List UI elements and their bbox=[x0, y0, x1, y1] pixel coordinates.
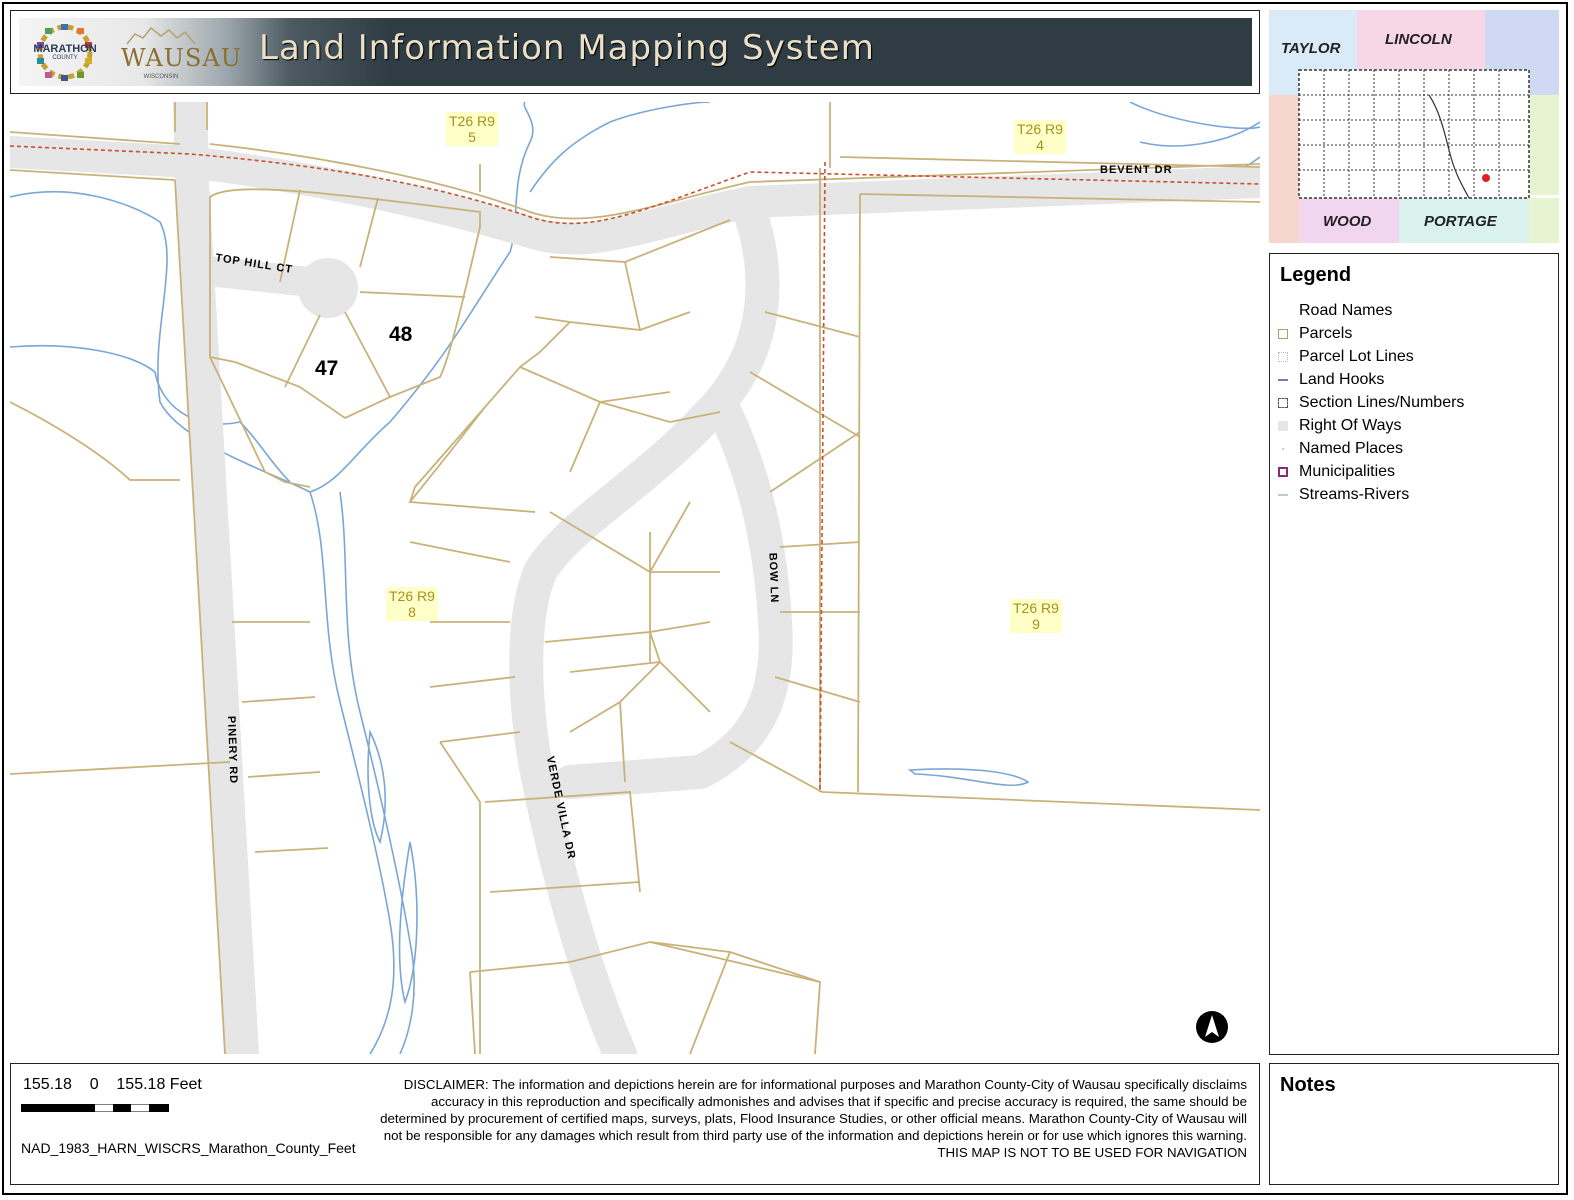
section-lines-swatch-icon bbox=[1278, 398, 1288, 408]
scale-bar-graphic bbox=[21, 1104, 169, 1112]
section-label-t26r9-4: T26 R9 4 bbox=[1014, 120, 1066, 154]
right-of-ways-swatch-icon bbox=[1278, 421, 1288, 431]
parcel-lot-lines-swatch-icon bbox=[1278, 352, 1288, 362]
county-label-lincoln: LINCOLN bbox=[1385, 31, 1452, 48]
title-banner: MARATHON COUNTY WAUSAU WISCONSIN Land In… bbox=[19, 18, 1252, 86]
municipalities-swatch-icon bbox=[1278, 467, 1288, 477]
county-label-taylor: TAYLOR bbox=[1281, 40, 1341, 57]
road-label-bow-ln: BOW LN bbox=[766, 552, 781, 604]
wausau-skyline-icon bbox=[126, 26, 196, 45]
scale-left-value: 155.18 bbox=[23, 1076, 72, 1093]
parcels-swatch-icon bbox=[1278, 329, 1288, 339]
legend-item-parcel-lot-lines: Parcel Lot Lines bbox=[1278, 346, 1548, 368]
marathon-logo-subtext: COUNTY bbox=[52, 55, 78, 61]
scale-labels: 155.18 0 155.18 Feet bbox=[23, 1076, 202, 1094]
named-places-swatch-icon bbox=[1282, 448, 1284, 450]
legend-item-right-of-ways: Right Of Ways bbox=[1278, 415, 1548, 437]
road-label-bevent-dr: BEVENT DR bbox=[1100, 164, 1173, 176]
legend-item-municipalities: Municipalities bbox=[1278, 461, 1548, 483]
road-names-swatch-icon bbox=[1278, 306, 1288, 316]
legend-item-named-places: Named Places bbox=[1278, 438, 1548, 460]
wausau-logo-subtext: WISCONSIN bbox=[143, 74, 179, 80]
scale-unit: Feet bbox=[169, 1076, 202, 1093]
projection-text: NAD_1983_HARN_WISCRS_Marathon_County_Fee… bbox=[21, 1140, 356, 1156]
map-drawing bbox=[10, 102, 1260, 1054]
location-dot-icon bbox=[1482, 174, 1490, 182]
wausau-logo-text: WAUSAU bbox=[121, 44, 243, 72]
marathon-county-logo: MARATHON COUNTY bbox=[25, 22, 105, 82]
lot-number-47: 47 bbox=[315, 357, 339, 380]
notes-panel: Notes bbox=[1269, 1063, 1559, 1185]
legend-panel: Legend Road Names Parcels Parcel Lot Lin… bbox=[1269, 253, 1559, 1055]
wausau-logo: WAUSAU WISCONSIN bbox=[121, 24, 243, 82]
county-label-wood: WOOD bbox=[1323, 213, 1372, 230]
scale-bar bbox=[21, 1104, 169, 1112]
notes-title: Notes bbox=[1280, 1074, 1336, 1096]
marathon-logo-text: MARATHON bbox=[33, 43, 97, 55]
scale-disclaimer-panel: 155.18 0 155.18 Feet NAD_1983_HARN_WISCR… bbox=[10, 1063, 1260, 1185]
map-canvas[interactable]: T26 R9 5 T26 R9 4 T26 R9 8 T26 R9 9 TOP HILL… bbox=[10, 102, 1260, 1054]
legend-item-streams-rivers: Streams-Rivers bbox=[1278, 484, 1548, 506]
scale-right-value: 155.18 bbox=[116, 1076, 166, 1093]
streams-rivers-swatch-icon bbox=[1278, 494, 1288, 496]
legend-item-land-hooks: Land Hooks bbox=[1278, 369, 1548, 391]
lot-number-48: 48 bbox=[389, 323, 413, 346]
page-title: Land Information Mapping System bbox=[259, 28, 875, 68]
legend-title: Legend bbox=[1280, 264, 1352, 286]
disclaimer-body: DISCLAIMER: The information and depictio… bbox=[380, 1077, 1247, 1143]
navigation-warning: THIS MAP IS NOT TO BE USED FOR NAVIGATIO… bbox=[937, 1145, 1247, 1160]
header: MARATHON COUNTY WAUSAU WISCONSIN Land In… bbox=[10, 10, 1260, 94]
section-label-t26r9-5: T26 R9 5 bbox=[446, 112, 498, 146]
road-label-pinery-rd: PINERY RD bbox=[224, 715, 240, 785]
legend-item-road-names: Road Names bbox=[1278, 300, 1548, 322]
section-label-t26r9-8: T26 R9 8 bbox=[386, 587, 438, 621]
section-label-t26r9-9: T26 R9 9 bbox=[1010, 599, 1062, 633]
legend-item-section-lines: Section Lines/Numbers bbox=[1278, 392, 1548, 414]
north-arrow-icon bbox=[1196, 1011, 1228, 1043]
scale-zero: 0 bbox=[89, 1076, 99, 1093]
disclaimer-text: DISCLAIMER: The information and depictio… bbox=[377, 1076, 1247, 1161]
county-label-portage: PORTAGE bbox=[1424, 213, 1497, 230]
land-hooks-swatch-icon bbox=[1278, 379, 1288, 381]
legend-item-parcels: Parcels bbox=[1278, 323, 1548, 345]
locator-map[interactable]: TAYLOR LINCOLN WOOD PORTAGE bbox=[1269, 10, 1559, 243]
